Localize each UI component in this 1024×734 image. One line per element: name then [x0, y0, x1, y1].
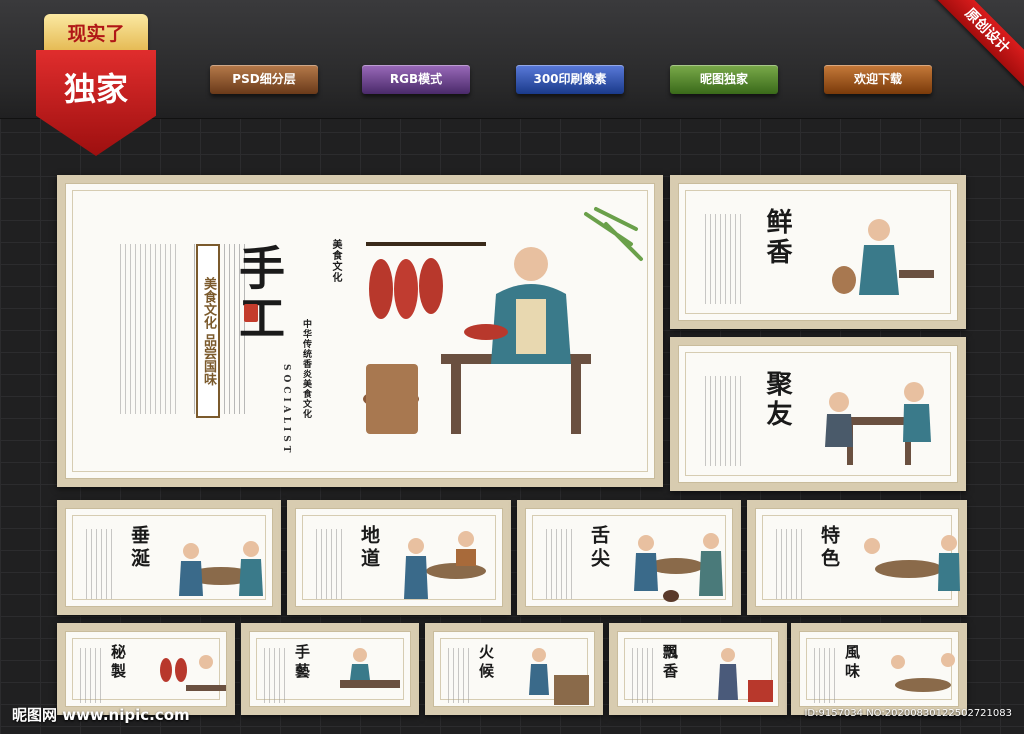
- cook-illustration: [718, 648, 773, 702]
- welcome-download-button[interactable]: 欢迎下载: [824, 65, 932, 94]
- site-watermark: 昵图网 www.nipic.com: [12, 706, 190, 724]
- feast-illustration: [864, 535, 960, 591]
- panel-title: 特色: [818, 525, 840, 571]
- print-pixel-button[interactable]: 300印刷像素: [516, 65, 624, 94]
- kitchen-illustration: [160, 655, 226, 691]
- friends-dining-illustration: [825, 382, 931, 465]
- panel-title: 鲜香: [762, 208, 792, 268]
- panel-mizhi: 秘製: [57, 623, 235, 715]
- english-text-block: [120, 244, 180, 414]
- diners-illustration: [179, 541, 263, 596]
- panel-title: 手藝: [293, 644, 311, 682]
- panel-fengwei: 風味: [791, 623, 967, 715]
- server-illustration: [832, 219, 934, 295]
- red-seal: [244, 304, 258, 322]
- nipic-exclusive-button[interactable]: 昵图独家: [670, 65, 778, 94]
- pouring-illustration: [634, 533, 723, 602]
- panel-title: 秘製: [109, 644, 127, 682]
- exclusive-badge: 现实了 独家: [36, 14, 156, 156]
- panel-huohou: 火候: [425, 623, 603, 715]
- bamboo-decoration: [584, 207, 643, 261]
- stove-illustration: [529, 648, 589, 705]
- rgb-mode-button[interactable]: RGB模式: [362, 65, 470, 94]
- vertical-caption: 中华传统香炎美食文化: [301, 319, 311, 419]
- main-panel: 美食文化 品尝国味 手工 SOCIALIST 中华传统香炎美食文化 美食文化: [57, 175, 663, 487]
- panel-title: 飄香: [661, 644, 679, 682]
- small-tag: 美食文化: [330, 239, 341, 283]
- panel-title: 風味: [843, 644, 861, 682]
- eaters-illustration: [891, 653, 955, 692]
- panel-title: 地道: [358, 525, 380, 571]
- panel-title: 聚友: [762, 370, 792, 430]
- panel-chuixian: 垂涎: [57, 500, 281, 615]
- chef-illustration: [340, 648, 400, 688]
- panel-tese: 特色: [747, 500, 967, 615]
- panel-shejian: 舌尖: [517, 500, 741, 615]
- main-title: 手工: [232, 244, 286, 344]
- panel-shouyi: 手藝: [241, 623, 419, 715]
- panel-didao: 地道: [287, 500, 511, 615]
- image-id-watermark: ID:9157034 NO:20200830122502721083: [804, 708, 1012, 719]
- badge-top-label: 现实了: [44, 14, 148, 54]
- panel-piaoxiang: 飄香: [609, 623, 787, 715]
- panel-juyou: 聚友: [670, 337, 966, 491]
- panel-title: 垂涎: [128, 525, 150, 571]
- culture-banner: 美食文化 品尝国味: [196, 244, 220, 418]
- panel-title: 火候: [477, 644, 495, 682]
- waiter-illustration: [404, 531, 486, 599]
- badge-main-label: 独家: [36, 50, 156, 156]
- socialist-label: SOCIALIST: [281, 364, 291, 457]
- psd-layers-button[interactable]: PSD细分层: [210, 65, 318, 94]
- panel-title: 舌尖: [588, 525, 610, 571]
- panel-xianxiang: 鲜香: [670, 175, 966, 329]
